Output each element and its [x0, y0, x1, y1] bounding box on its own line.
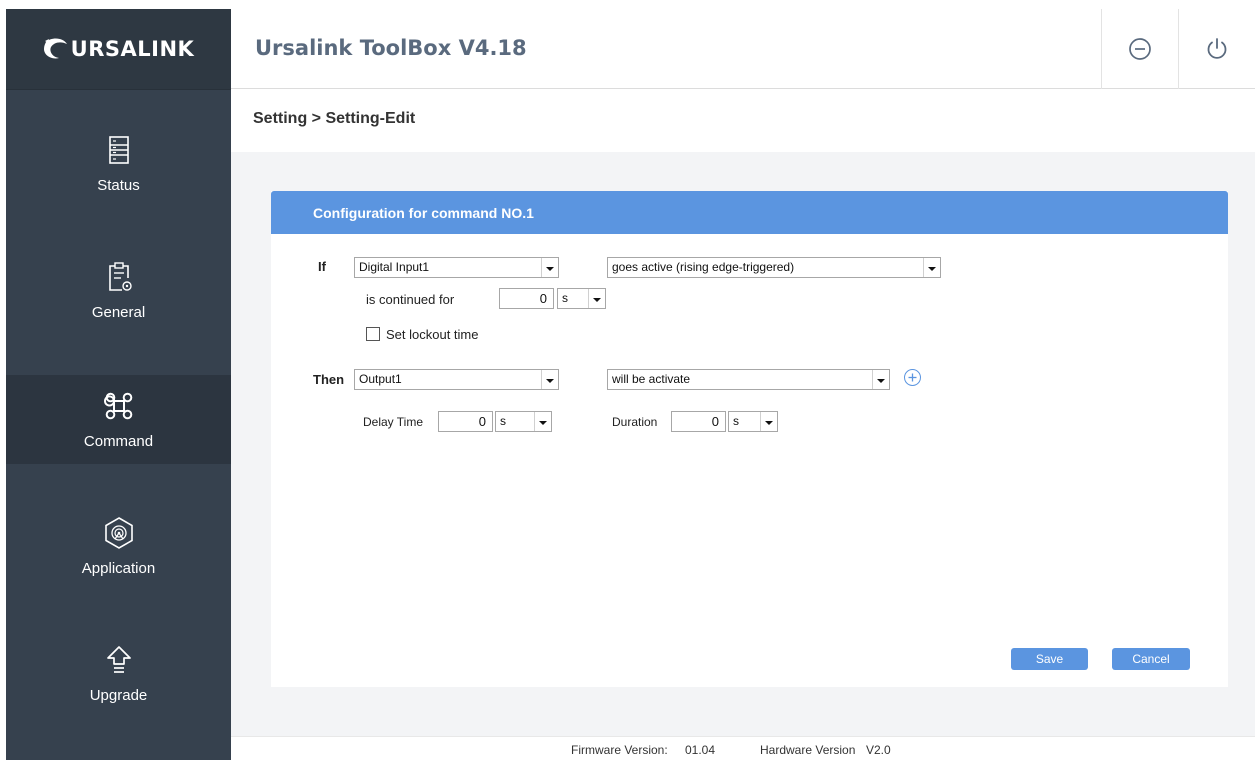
- chevron-down-icon: [541, 370, 558, 389]
- sidebar-item-general[interactable]: General: [6, 246, 231, 335]
- continued-unit-value: s: [562, 291, 568, 305]
- footer: Firmware Version: 01.04 Hardware Version…: [231, 736, 1255, 760]
- if-source-value: Digital Input1: [359, 260, 430, 274]
- then-label: Then: [313, 372, 345, 387]
- if-condition-value: goes active (rising edge-triggered): [612, 260, 795, 274]
- delay-unit-value: s: [500, 414, 506, 428]
- continued-label: is continued for: [366, 292, 455, 307]
- chevron-down-icon: [760, 412, 777, 431]
- if-source-select[interactable]: Digital Input1: [354, 257, 559, 278]
- chevron-down-icon: [588, 289, 605, 308]
- sidebar-item-upgrade[interactable]: Upgrade: [6, 629, 231, 718]
- then-action-select[interactable]: will be activate: [607, 369, 890, 390]
- chevron-down-icon: [923, 258, 940, 277]
- duration-input[interactable]: 0: [671, 411, 726, 432]
- sidebar: URSALINK Status General Command Applicat…: [6, 9, 231, 760]
- sidebar-item-application[interactable]: Application: [6, 502, 231, 591]
- lockout-label: Set lockout time: [386, 327, 479, 342]
- plus-circle-icon: [908, 373, 917, 382]
- delay-unit-select[interactable]: s: [495, 411, 552, 432]
- hardware-label: Hardware Version: [760, 743, 856, 757]
- then-action-value: will be activate: [612, 372, 691, 386]
- delay-time-label: Delay Time: [363, 415, 424, 429]
- card-header: Configuration for command NO.1: [271, 191, 1228, 234]
- sidebar-item-label: Command: [83, 433, 154, 450]
- chevron-down-icon: [541, 258, 558, 277]
- save-button[interactable]: Save: [1011, 648, 1088, 670]
- if-label: If: [318, 259, 326, 274]
- then-target-select[interactable]: Output1: [354, 369, 559, 390]
- top-bar: Ursalink ToolBox V4.18: [231, 9, 1255, 89]
- chevron-down-icon: [534, 412, 551, 431]
- clipboard-gear-icon: [108, 262, 132, 291]
- sidebar-item-label: Application: [81, 560, 156, 577]
- duration-label: Duration: [612, 415, 658, 429]
- firmware-label: Firmware Version:: [571, 743, 668, 757]
- upload-arrow-icon: [106, 646, 131, 673]
- breadcrumb: Setting > Setting-Edit: [253, 110, 416, 127]
- power-icon: [1207, 38, 1227, 59]
- sidebar-item-label: Status: [97, 177, 140, 194]
- lockout-checkbox[interactable]: [366, 327, 380, 341]
- firmware-value: 01.04: [685, 743, 716, 757]
- main-content: Setting > Setting-Edit Configuration for…: [231, 90, 1255, 760]
- hexagon-radar-icon: [104, 517, 133, 549]
- ursalink-logo-icon: [43, 38, 67, 59]
- minus-circle-icon: [1129, 38, 1151, 60]
- minimize-button[interactable]: [1101, 9, 1178, 89]
- card-title: Configuration for command NO.1: [313, 205, 534, 221]
- duration-unit-select[interactable]: s: [728, 411, 778, 432]
- then-target-value: Output1: [359, 372, 402, 386]
- logo: URSALINK: [6, 9, 231, 90]
- hardware-value: V2.0: [866, 743, 891, 757]
- sidebar-item-status[interactable]: Status: [6, 119, 231, 208]
- power-button[interactable]: [1178, 9, 1255, 89]
- command-config-card: Configuration for command NO.1 If Digita…: [271, 191, 1228, 687]
- cancel-button[interactable]: Cancel: [1112, 648, 1190, 670]
- sidebar-item-label: Upgrade: [89, 687, 148, 704]
- sidebar-item-label: General: [91, 304, 146, 321]
- chevron-down-icon: [872, 370, 889, 389]
- duration-unit-value: s: [733, 414, 739, 428]
- server-list-icon: [108, 136, 129, 164]
- continued-unit-select[interactable]: s: [557, 288, 606, 309]
- breadcrumb-bar: Setting > Setting-Edit: [231, 90, 1255, 152]
- add-action-button[interactable]: [904, 369, 921, 386]
- app-title: Ursalink ToolBox V4.18: [255, 36, 527, 60]
- continued-input[interactable]: 0: [499, 288, 554, 309]
- sidebar-item-command[interactable]: Command: [6, 375, 231, 464]
- delay-time-input[interactable]: 0: [438, 411, 493, 432]
- logo-text: URSALINK: [70, 37, 195, 61]
- if-condition-select[interactable]: goes active (rising edge-triggered): [607, 257, 941, 278]
- command-key-icon: [103, 392, 132, 420]
